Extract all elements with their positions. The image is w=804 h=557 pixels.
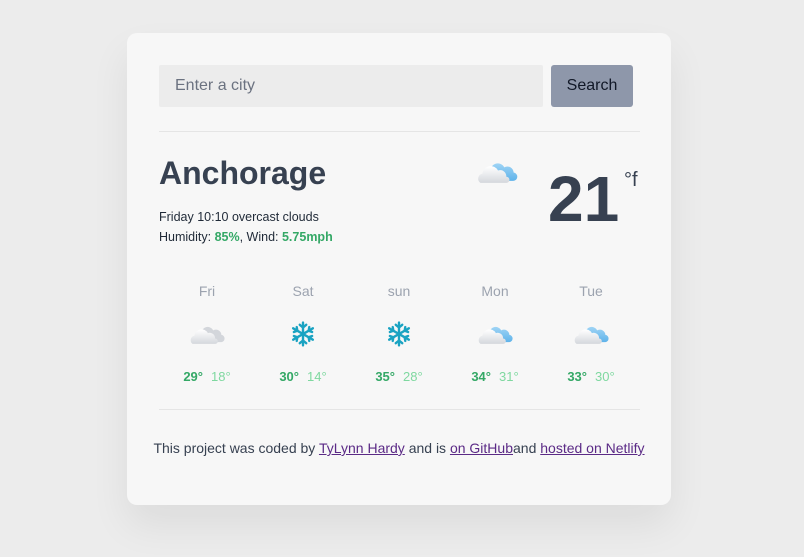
forecast-day: Fri 29° 18°	[159, 281, 255, 384]
cloud-icon	[573, 322, 609, 346]
humidity-value: 85%	[214, 230, 240, 244]
forecast-low: 14°	[307, 369, 327, 384]
forecast-row: Fri 29° 18° Sat 30° 14° sun 35° 28° Mon 34°…	[159, 281, 639, 391]
forecast-day: Sat 30° 14°	[255, 281, 351, 384]
weather-card: Search Anchorage Friday 10:10 overcast c…	[127, 33, 671, 505]
snowflake-icon	[386, 321, 412, 347]
forecast-high: 35°	[375, 369, 395, 384]
humidity-label: Humidity:	[159, 230, 215, 244]
wind-label: , Wind:	[239, 230, 282, 244]
forecast-day-name: Fri	[198, 283, 216, 299]
cloud-gray-icon	[189, 322, 225, 346]
temperature-unit: °f	[624, 169, 638, 191]
city-search-input[interactable]	[159, 65, 543, 107]
city-name: Anchorage	[159, 155, 327, 191]
footer-text: and	[513, 440, 541, 456]
forecast-low: 30°	[595, 369, 615, 384]
forecast-high: 33°	[567, 369, 587, 384]
day-time: Friday 10:10	[159, 210, 229, 224]
search-form: Search	[159, 65, 633, 107]
forecast-high: 30°	[279, 369, 299, 384]
divider-top	[159, 131, 640, 132]
cloud-icon	[477, 322, 513, 346]
forecast-day: sun 35° 28°	[351, 281, 447, 384]
weather-description: overcast clouds	[231, 210, 319, 224]
forecast-low: 28°	[403, 369, 423, 384]
date-description-line: Friday 10:10 overcast clouds	[159, 207, 333, 227]
forecast-day: Tue 33° 30°	[543, 281, 639, 384]
netlify-link[interactable]: hosted on Netlify	[540, 440, 644, 456]
search-button[interactable]: Search	[551, 65, 633, 107]
author-link[interactable]: TyLynn Hardy	[319, 440, 405, 456]
forecast-high: 29°	[183, 369, 203, 384]
forecast-day-name: Mon	[481, 283, 509, 299]
footer-text: and is	[404, 440, 450, 456]
forecast-day: Mon 34° 31°	[447, 281, 543, 384]
current-details: Friday 10:10 overcast clouds Humidity: 8…	[159, 207, 333, 247]
forecast-high: 34°	[471, 369, 491, 384]
wind-value: 5.75mph	[281, 230, 333, 244]
github-link[interactable]: on GitHub	[450, 440, 513, 456]
forecast-day-name: sun	[387, 283, 411, 299]
forecast-low: 18°	[211, 369, 231, 384]
humidity-wind-line: Humidity: 85%, Wind: 5.75mph	[159, 227, 333, 247]
footer: This project was coded by TyLynn Hardy a…	[127, 440, 671, 456]
divider-bottom	[159, 409, 640, 410]
forecast-day-name: Tue	[579, 283, 603, 299]
current-temperature: 21	[548, 163, 620, 235]
forecast-day-name: Sat	[292, 283, 314, 299]
footer-text: This project was coded by	[153, 440, 319, 456]
forecast-low: 31°	[499, 369, 519, 384]
cloud-icon	[476, 158, 518, 185]
snowflake-icon	[290, 321, 316, 347]
